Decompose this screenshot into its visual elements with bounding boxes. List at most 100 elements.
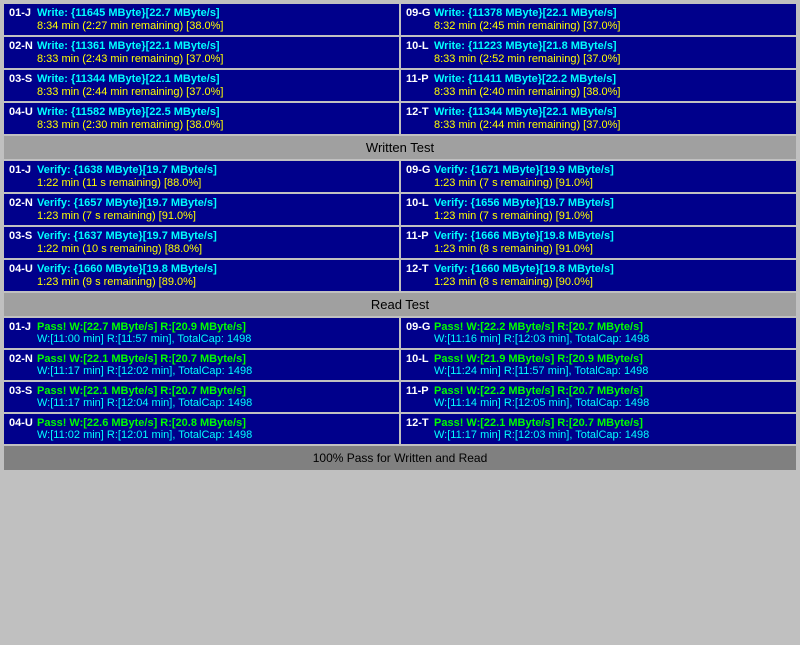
drive-cell: 03-S Write: {11344 MByte}[22.1 MByte/s] … [4, 70, 399, 101]
drive-id: 11-P [406, 230, 434, 242]
pass-line2: W:[11:24 min] R:[11:57 min], TotalCap: 1… [406, 365, 791, 377]
footer-status: 100% Pass for Written and Read [4, 446, 796, 470]
cell-line2: 8:34 min (2:27 min remaining) [38.0%] [9, 20, 394, 32]
cell-line2: 8:33 min (2:40 min remaining) [38.0%] [406, 86, 791, 98]
cell-line2: 1:22 min (11 s remaining) [88.0%] [9, 177, 394, 189]
drive-id: 03-S [9, 73, 37, 85]
pass-line1: Pass! W:[22.6 MByte/s] R:[20.8 MByte/s] [37, 417, 246, 429]
cell-label: 09-G Write: {11378 MByte}[22.1 MByte/s] [406, 7, 791, 19]
cell-line2: 8:33 min (2:43 min remaining) [37.0%] [9, 53, 394, 65]
drive-id: 12-T [406, 106, 434, 118]
cell-label: 10-L Write: {11223 MByte}[21.8 MByte/s] [406, 40, 791, 52]
pass-cell: 09-G Pass! W:[22.2 MByte/s] R:[20.7 MByt… [401, 318, 796, 348]
cell-label: 03-S Verify: {1637 MByte}[19.7 MByte/s] [9, 230, 394, 242]
written-test-divider: Written Test [4, 136, 796, 159]
drive-cell: 03-S Verify: {1637 MByte}[19.7 MByte/s] … [4, 227, 399, 258]
cell-label: 02-N Write: {11361 MByte}[22.1 MByte/s] [9, 40, 394, 52]
drive-cell: 11-P Verify: {1666 MByte}[19.8 MByte/s] … [401, 227, 796, 258]
cell-line1: Verify: {1660 MByte}[19.8 MByte/s] [37, 263, 217, 275]
drive-id: 12-T [406, 263, 434, 275]
cell-line1: Write: {11344 MByte}[22.1 MByte/s] [434, 106, 617, 118]
drive-cell: 02-N Write: {11361 MByte}[22.1 MByte/s] … [4, 37, 399, 68]
drive-cell: 11-P Write: {11411 MByte}[22.2 MByte/s] … [401, 70, 796, 101]
drive-id: 01-J [9, 164, 37, 176]
pass-line1: Pass! W:[22.7 MByte/s] R:[20.9 MByte/s] [37, 321, 246, 333]
cell-line2: 1:22 min (10 s remaining) [88.0%] [9, 243, 394, 255]
drive-id: 12-T [406, 417, 434, 429]
drive-cell: 12-T Verify: {1660 MByte}[19.8 MByte/s] … [401, 260, 796, 291]
drive-id: 04-U [9, 106, 37, 118]
main-container: 01-J Write: {11645 MByte}[22.7 MByte/s] … [0, 0, 800, 474]
pass-line1: Pass! W:[22.2 MByte/s] R:[20.7 MByte/s] [434, 321, 643, 333]
cell-label: 01-J Pass! W:[22.7 MByte/s] R:[20.9 MByt… [9, 321, 394, 333]
pass-line2: W:[11:17 min] R:[12:03 min], TotalCap: 1… [406, 429, 791, 441]
read-test-divider: Read Test [4, 293, 796, 316]
cell-line1: Write: {11411 MByte}[22.2 MByte/s] [434, 73, 616, 85]
cell-label: 03-S Write: {11344 MByte}[22.1 MByte/s] [9, 73, 394, 85]
cell-label: 10-L Verify: {1656 MByte}[19.7 MByte/s] [406, 197, 791, 209]
drive-id: 09-G [406, 7, 434, 19]
cell-label: 04-U Verify: {1660 MByte}[19.8 MByte/s] [9, 263, 394, 275]
cell-line1: Verify: {1637 MByte}[19.7 MByte/s] [37, 230, 217, 242]
cell-line1: Write: {11361 MByte}[22.1 MByte/s] [37, 40, 220, 52]
cell-line2: 1:23 min (7 s remaining) [91.0%] [9, 210, 394, 222]
drive-id: 02-N [9, 353, 37, 365]
drive-cell: 09-G Write: {11378 MByte}[22.1 MByte/s] … [401, 4, 796, 35]
cell-line1: Write: {11645 MByte}[22.7 MByte/s] [37, 7, 220, 19]
pass-line2: W:[11:00 min] R:[11:57 min], TotalCap: 1… [9, 333, 394, 345]
drive-id: 09-G [406, 164, 434, 176]
cell-line1: Verify: {1656 MByte}[19.7 MByte/s] [434, 197, 614, 209]
pass-cell: 12-T Pass! W:[22.1 MByte/s] R:[20.7 MByt… [401, 414, 796, 444]
drive-cell: 04-U Verify: {1660 MByte}[19.8 MByte/s] … [4, 260, 399, 291]
drive-cell: 10-L Write: {11223 MByte}[21.8 MByte/s] … [401, 37, 796, 68]
drive-id: 03-S [9, 230, 37, 242]
cell-line1: Verify: {1657 MByte}[19.7 MByte/s] [37, 197, 217, 209]
drive-cell: 01-J Verify: {1638 MByte}[19.7 MByte/s] … [4, 161, 399, 192]
cell-line1: Write: {11582 MByte}[22.5 MByte/s] [37, 106, 220, 118]
cell-line2: 8:33 min (2:52 min remaining) [37.0%] [406, 53, 791, 65]
cell-line2: 1:23 min (7 s remaining) [91.0%] [406, 177, 791, 189]
cell-label: 09-G Verify: {1671 MByte}[19.9 MByte/s] [406, 164, 791, 176]
drive-id: 11-P [406, 385, 434, 397]
drive-id: 10-L [406, 40, 434, 52]
cell-label: 12-T Pass! W:[22.1 MByte/s] R:[20.7 MByt… [406, 417, 791, 429]
drive-cell: 12-T Write: {11344 MByte}[22.1 MByte/s] … [401, 103, 796, 134]
pass-line1: Pass! W:[22.1 MByte/s] R:[20.7 MByte/s] [37, 385, 246, 397]
cell-label: 12-T Write: {11344 MByte}[22.1 MByte/s] [406, 106, 791, 118]
drive-cell: 01-J Write: {11645 MByte}[22.7 MByte/s] … [4, 4, 399, 35]
pass-line1: Pass! W:[22.1 MByte/s] R:[20.7 MByte/s] [434, 417, 643, 429]
pass-line1: Pass! W:[22.1 MByte/s] R:[20.7 MByte/s] [37, 353, 246, 365]
drive-id: 04-U [9, 263, 37, 275]
cell-label: 02-N Verify: {1657 MByte}[19.7 MByte/s] [9, 197, 394, 209]
drive-id: 09-G [406, 321, 434, 333]
drive-cell: 09-G Verify: {1671 MByte}[19.9 MByte/s] … [401, 161, 796, 192]
read-test-grid: 01-J Pass! W:[22.7 MByte/s] R:[20.9 MByt… [4, 318, 796, 444]
drive-id: 02-N [9, 197, 37, 209]
cell-line2: 8:33 min (2:44 min remaining) [37.0%] [9, 86, 394, 98]
cell-line2: 1:23 min (8 s remaining) [91.0%] [406, 243, 791, 255]
pass-cell: 02-N Pass! W:[22.1 MByte/s] R:[20.7 MByt… [4, 350, 399, 380]
drive-id: 11-P [406, 73, 434, 85]
cell-line1: Write: {11223 MByte}[21.8 MByte/s] [434, 40, 617, 52]
cell-label: 01-J Write: {11645 MByte}[22.7 MByte/s] [9, 7, 394, 19]
written-test-grid: 01-J Write: {11645 MByte}[22.7 MByte/s] … [4, 4, 796, 134]
cell-line2: 8:33 min (2:30 min remaining) [38.0%] [9, 119, 394, 131]
cell-line1: Verify: {1638 MByte}[19.7 MByte/s] [37, 164, 217, 176]
pass-cell: 01-J Pass! W:[22.7 MByte/s] R:[20.9 MByt… [4, 318, 399, 348]
read-test-section: 01-J Pass! W:[22.7 MByte/s] R:[20.9 MByt… [4, 318, 796, 444]
cell-label: 11-P Verify: {1666 MByte}[19.8 MByte/s] [406, 230, 791, 242]
drive-id: 01-J [9, 7, 37, 19]
pass-cell: 04-U Pass! W:[22.6 MByte/s] R:[20.8 MByt… [4, 414, 399, 444]
drive-id: 03-S [9, 385, 37, 397]
drive-id: 02-N [9, 40, 37, 52]
pass-line1: Pass! W:[21.9 MByte/s] R:[20.9 MByte/s] [434, 353, 643, 365]
verify-test-grid: 01-J Verify: {1638 MByte}[19.7 MByte/s] … [4, 161, 796, 291]
cell-label: 11-P Pass! W:[22.2 MByte/s] R:[20.7 MByt… [406, 385, 791, 397]
written-test-section: 01-J Write: {11645 MByte}[22.7 MByte/s] … [4, 4, 796, 134]
verify-test-section: 01-J Verify: {1638 MByte}[19.7 MByte/s] … [4, 161, 796, 291]
cell-line1: Verify: {1671 MByte}[19.9 MByte/s] [434, 164, 614, 176]
drive-cell: 02-N Verify: {1657 MByte}[19.7 MByte/s] … [4, 194, 399, 225]
pass-cell: 11-P Pass! W:[22.2 MByte/s] R:[20.7 MByt… [401, 382, 796, 412]
cell-line2: 8:33 min (2:44 min remaining) [37.0%] [406, 119, 791, 131]
cell-line2: 1:23 min (8 s remaining) [90.0%] [406, 276, 791, 288]
